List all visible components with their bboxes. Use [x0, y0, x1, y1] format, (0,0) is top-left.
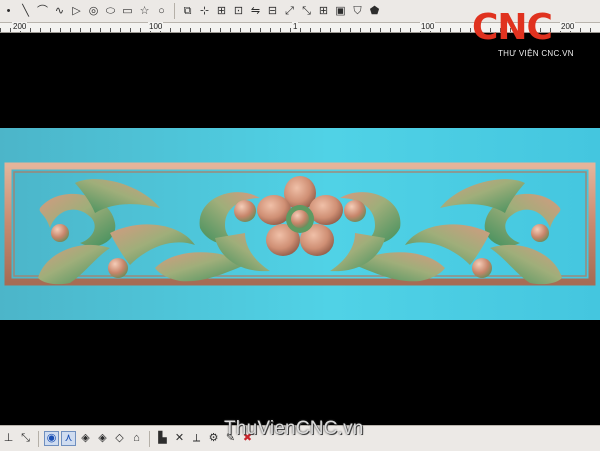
ellipse-icon[interactable]: ⬭	[103, 4, 118, 19]
align-icon[interactable]: ⊟	[265, 4, 280, 19]
toolbar-separator	[38, 430, 39, 447]
badge-icon[interactable]: ⬟	[367, 4, 382, 19]
circle-icon[interactable]: ○	[154, 4, 169, 19]
mirror-icon[interactable]: ⇋	[248, 4, 263, 19]
ruler-label: 1	[292, 22, 299, 31]
rectangle-icon[interactable]: ▭	[120, 4, 135, 19]
toolbar-separator	[149, 430, 150, 447]
node-edit-icon[interactable]: ⊹	[197, 4, 212, 19]
ruler-label: 100	[420, 22, 436, 31]
path-icon[interactable]: ⤡	[18, 431, 33, 446]
target-icon[interactable]: ◉	[44, 431, 59, 446]
axis-icon[interactable]: ⊥	[1, 431, 16, 446]
node-icon[interactable]: ⋏	[61, 431, 76, 446]
chart-icon[interactable]: ▙	[155, 431, 170, 446]
ruler-label: 200	[12, 22, 28, 31]
scale-icon[interactable]: ⤢	[282, 4, 297, 19]
relief-render	[0, 128, 600, 320]
shield-icon[interactable]: ⛉	[350, 4, 365, 19]
trim-icon[interactable]: ⊞	[214, 4, 229, 19]
logo-subtitle: THƯ VIỆN CNC.VN	[498, 49, 574, 58]
transform-icon[interactable]: ⤡	[299, 4, 314, 19]
grid-icon[interactable]: ⊞	[316, 4, 331, 19]
ruler-label: 100	[148, 22, 164, 31]
3d-viewport[interactable]	[0, 33, 600, 425]
arc-icon[interactable]: ⌒	[35, 4, 50, 19]
logo-text: CNC	[472, 7, 553, 48]
diamond-grid-icon[interactable]: ◈	[95, 431, 110, 446]
polyline-icon[interactable]: ▷	[69, 4, 84, 19]
toolbar-separator	[174, 3, 175, 19]
line-icon[interactable]: ╲	[18, 4, 33, 19]
point-icon[interactable]: •	[1, 4, 16, 19]
diamond-icon[interactable]: ◈	[78, 431, 93, 446]
axis-3d-icon[interactable]: ⟂	[189, 431, 204, 446]
copy-icon[interactable]: ⧉	[180, 4, 195, 19]
watermark-text: ThuVienCNC.vn	[224, 418, 364, 439]
diamond-small-icon[interactable]: ◇	[112, 431, 127, 446]
spline-icon[interactable]: ∿	[52, 4, 67, 19]
layer-icon[interactable]: ▣	[333, 4, 348, 19]
star-icon[interactable]: ☆	[137, 4, 152, 19]
circle-center-icon[interactable]: ◎	[86, 4, 101, 19]
brand-logo: CNC THƯ VIỆN CNC.VN	[472, 8, 594, 60]
sculpt-icon[interactable]: ⚙	[206, 431, 221, 446]
surface-icon[interactable]: ⌂	[129, 431, 144, 446]
offset-icon[interactable]: ⊡	[231, 4, 246, 19]
tool-cross-icon[interactable]: ✕	[172, 431, 187, 446]
